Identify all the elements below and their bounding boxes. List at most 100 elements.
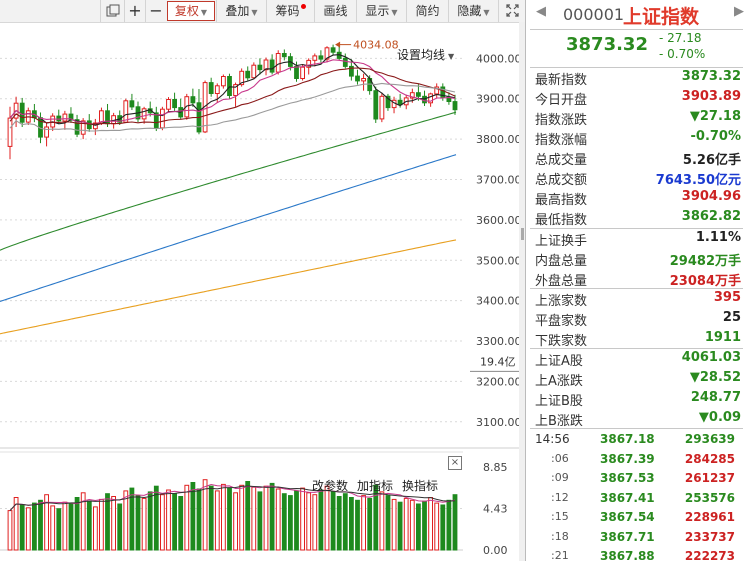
candle-body	[141, 108, 147, 120]
candle-body	[263, 59, 269, 71]
switch-indicator-button[interactable]: 换指标	[402, 477, 438, 494]
stat-row: 上证B股 248.77	[526, 389, 747, 409]
tick-price: 3867.54	[600, 510, 655, 524]
volume-bar	[385, 495, 391, 551]
display-button[interactable]: 显示 ▼	[356, 0, 406, 22]
price-axis-label: 3100.00	[476, 416, 522, 429]
volume-bar	[38, 499, 43, 551]
edit-params-button[interactable]: 改参数	[312, 477, 348, 494]
candle-body	[251, 64, 257, 79]
quote-summary: 3873.32 - 27.18 - 0.70%	[526, 28, 747, 66]
volume-bar	[25, 507, 31, 551]
ma-settings-button[interactable]: 设置均线 ▼	[397, 46, 454, 63]
volume-bar	[245, 481, 251, 551]
candle-body	[245, 70, 251, 79]
volume-bar	[355, 499, 360, 551]
volume-bar	[50, 505, 56, 551]
tick-row: :06 3867.39 284285	[526, 449, 747, 469]
stat-row: 上B涨跌 ▼0.09	[526, 409, 747, 429]
ma250-line	[0, 239, 457, 335]
volume-bar	[233, 492, 238, 551]
stat-value: 3904.96	[681, 189, 741, 204]
stat-value: ▼28.52	[689, 370, 741, 385]
volume-bar	[239, 484, 245, 551]
kline-chart[interactable]: 4000.00 3900.00 3800.00 3700.00 3600.00 3500.…	[0, 22, 525, 561]
stat-value: ▼0.09	[698, 410, 741, 425]
stat-row: 上证换手 1.11%	[526, 229, 747, 249]
candle-body	[361, 78, 367, 82]
ma10-line	[9, 59, 456, 125]
simple-button[interactable]: 简约	[406, 0, 448, 22]
volume-bar	[141, 497, 147, 551]
stat-value: 1.11%	[695, 230, 741, 245]
volume-bar	[379, 491, 385, 551]
layout-icon[interactable]	[100, 0, 124, 22]
stat-value: 3903.89	[681, 89, 741, 104]
volume-bar	[105, 493, 110, 551]
stat-row: 上涨家数 395	[526, 289, 747, 309]
chips-button[interactable]: 筹码	[266, 0, 314, 22]
volume-bar	[7, 510, 13, 551]
minus-icon[interactable]: −	[145, 0, 166, 22]
prev-stock-icon[interactable]: ◀	[536, 4, 546, 19]
candle-body	[123, 100, 129, 123]
price-axis-label: 4000.00	[476, 52, 522, 65]
stat-value: 4061.03	[681, 350, 741, 365]
stat-label: 上A涨跌	[535, 374, 583, 389]
hide-button[interactable]: 隐藏 ▼	[448, 0, 498, 22]
ma60-line	[0, 111, 457, 251]
volume-bar	[166, 489, 171, 551]
overlay-button[interactable]: 叠加 ▼	[216, 0, 266, 22]
tick-time: 14:56	[535, 432, 570, 446]
stock-name: 上证指数	[623, 6, 700, 28]
volume-bar	[117, 503, 123, 551]
volume-bar	[306, 492, 312, 551]
volume-bar	[111, 496, 116, 551]
candle-body	[269, 59, 275, 73]
volume-bar	[367, 497, 373, 551]
current-price: 3873.32	[566, 34, 648, 55]
candle-body	[227, 76, 232, 96]
candle-body	[294, 65, 299, 80]
close-indicator-icon[interactable]: ×	[448, 456, 462, 470]
stat-label: 上涨家数	[535, 294, 588, 309]
volume-bar	[349, 497, 354, 551]
stat-value: 395	[713, 290, 741, 305]
volume-bar	[288, 495, 293, 551]
stat-label: 上证A股	[535, 354, 583, 369]
stat-value: 248.77	[690, 390, 741, 405]
price-change-pct: - 0.70%	[659, 47, 706, 61]
plus-icon[interactable]: +	[124, 0, 145, 22]
volume-bar	[202, 479, 208, 551]
volume-bar	[318, 489, 324, 551]
stat-value: 3873.32	[681, 69, 741, 84]
expand-icon[interactable]	[498, 0, 525, 22]
tick-row: :21 3867.88 222273	[526, 546, 747, 566]
stat-value: 25	[722, 310, 741, 325]
draw-line-button[interactable]: 画线	[314, 0, 356, 22]
add-indicator-button[interactable]: 加指标	[357, 477, 393, 494]
candle-body	[166, 99, 171, 110]
stat-label: 内盘总量	[535, 254, 588, 269]
stat-row: 上A涨跌 ▼28.52	[526, 369, 747, 389]
candle-body	[300, 66, 306, 80]
volume-bar	[32, 502, 37, 551]
candle-body	[7, 117, 13, 147]
stat-row: 平盘家数 25	[526, 309, 747, 329]
stat-row: 总成交量 5.26亿手	[526, 148, 747, 168]
volume-bar	[422, 500, 427, 551]
volume-bar	[409, 499, 415, 551]
volume-bar	[434, 502, 440, 551]
hide-label: 隐藏	[457, 4, 482, 18]
stat-value: 3862.82	[681, 209, 741, 224]
adjust-price-button[interactable]: 复权 ▼	[167, 1, 215, 21]
stat-label: 今日开盘	[535, 93, 588, 108]
stat-label: 上B涨跌	[535, 414, 583, 429]
kline-chart-area[interactable]: 4000.00 3900.00 3800.00 3700.00 3600.00 3500.…	[0, 22, 525, 561]
price-axis-label: 3300.00	[476, 335, 522, 348]
scrollbar-thumb[interactable]	[521, 228, 524, 240]
volume-bar	[19, 504, 25, 551]
next-stock-icon[interactable]: ▶	[734, 4, 744, 19]
stat-label: 最新指数	[535, 73, 588, 88]
tick-row: :18 3867.71 233737	[526, 527, 747, 547]
